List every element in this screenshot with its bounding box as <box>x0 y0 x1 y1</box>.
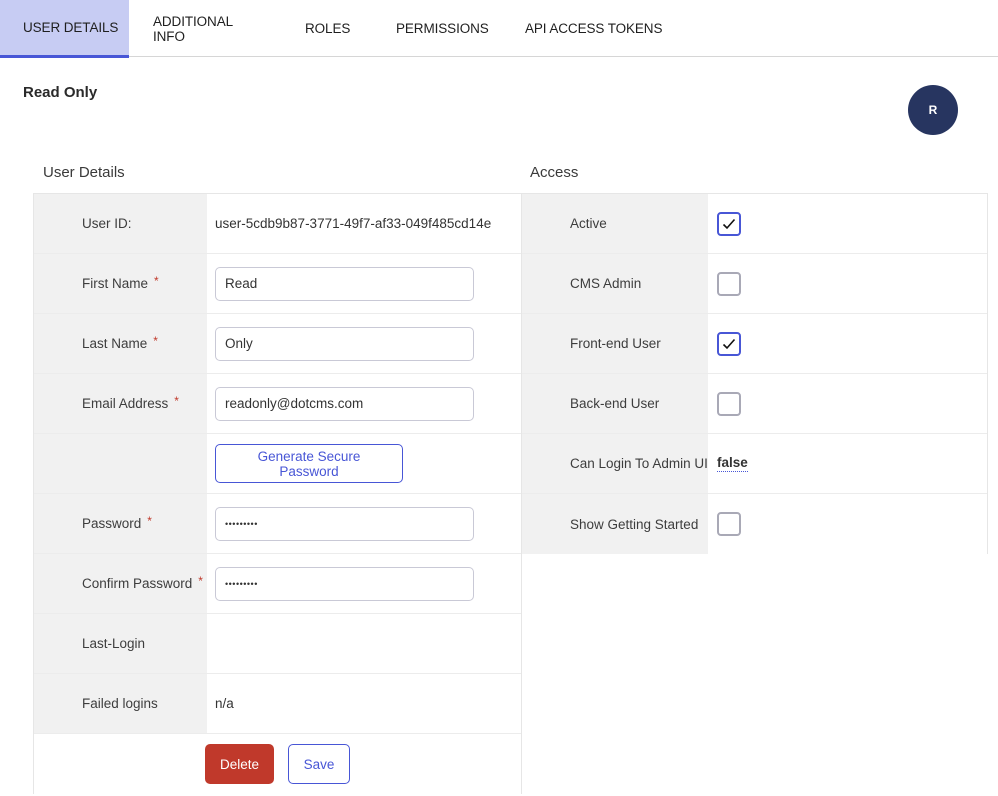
first-name-row: First Name * <box>34 254 521 314</box>
access-row-back-end-user: Back-end User <box>522 374 987 434</box>
empty-label-cell <box>34 434 207 493</box>
access-row-active: Active <box>522 194 987 254</box>
email-label-text: Email Address <box>82 396 169 411</box>
last-login-label: Last-Login <box>34 614 207 673</box>
tab-roles[interactable]: ROLES <box>281 0 372 57</box>
cms-admin-label: CMS Admin <box>522 254 708 313</box>
password-input[interactable] <box>215 506 474 541</box>
can-login-admin-ui-value: false <box>717 455 748 472</box>
last-name-label-text: Last Name <box>82 336 148 351</box>
tab-bar: USER DETAILS ADDITIONAL INFO ROLES PERMI… <box>0 0 998 58</box>
generate-password-row: Generate Secure Password <box>34 434 521 494</box>
active-label: Active <box>522 194 708 253</box>
access-panel: Active CMS Admin Front-end User Back-end… <box>521 193 988 554</box>
checkmark-icon <box>722 218 736 229</box>
confirm-password-label-text: Confirm Password <box>82 576 193 591</box>
form-actions: Delete Save <box>34 734 521 794</box>
password-label: Password * <box>34 494 207 553</box>
access-row-can-login-admin-ui: Can Login To Admin UI false <box>522 434 987 494</box>
access-heading: Access <box>530 164 579 181</box>
user-details-heading: User Details <box>43 164 125 181</box>
generate-secure-password-button[interactable]: Generate Secure Password <box>215 444 403 483</box>
required-indicator: * <box>153 333 158 348</box>
can-login-admin-ui-label: Can Login To Admin UI <box>522 434 708 493</box>
user-id-row: User ID: user-5cdb9b87-3771-49f7-af33-04… <box>34 194 521 254</box>
last-login-row: Last-Login <box>34 614 521 674</box>
failed-logins-value: n/a <box>207 674 521 733</box>
cms-admin-checkbox[interactable] <box>717 271 741 296</box>
access-row-show-getting-started: Show Getting Started <box>522 494 987 554</box>
failed-logins-row: Failed logins n/a <box>34 674 521 734</box>
required-indicator: * <box>198 573 203 588</box>
user-details-panel: User ID: user-5cdb9b87-3771-49f7-af33-04… <box>33 193 522 794</box>
save-button[interactable]: Save <box>288 744 350 784</box>
avatar: R <box>908 85 958 135</box>
active-checkbox[interactable] <box>717 211 741 236</box>
show-getting-started-label: Show Getting Started <box>522 494 708 554</box>
email-label: Email Address * <box>34 374 207 433</box>
user-id-value: user-5cdb9b87-3771-49f7-af33-049f485cd14… <box>207 194 521 253</box>
front-end-user-checkbox[interactable] <box>717 331 741 356</box>
confirm-password-input[interactable] <box>215 566 474 601</box>
delete-button[interactable]: Delete <box>205 744 274 784</box>
access-row-cms-admin: CMS Admin <box>522 254 987 314</box>
tab-additional-info[interactable]: ADDITIONAL INFO <box>129 0 281 57</box>
tab-permissions[interactable]: PERMISSIONS <box>372 0 501 57</box>
email-row: Email Address * <box>34 374 521 434</box>
last-name-row: Last Name * <box>34 314 521 374</box>
first-name-label-text: First Name <box>82 276 149 291</box>
required-indicator: * <box>154 273 159 288</box>
last-login-value <box>207 614 521 673</box>
user-id-label: User ID: <box>34 194 207 253</box>
email-input[interactable] <box>215 386 474 421</box>
first-name-label: First Name * <box>34 254 207 313</box>
failed-logins-label: Failed logins <box>34 674 207 733</box>
access-row-front-end-user: Front-end User <box>522 314 987 374</box>
required-indicator: * <box>147 513 152 528</box>
show-getting-started-checkbox[interactable] <box>717 512 741 536</box>
last-name-input[interactable] <box>215 326 474 361</box>
checkmark-icon <box>722 338 736 349</box>
user-full-name: Read Only <box>23 84 98 101</box>
confirm-password-label: Confirm Password * <box>34 554 207 613</box>
password-label-text: Password <box>82 516 142 531</box>
password-row: Password * <box>34 494 521 554</box>
first-name-input[interactable] <box>215 266 474 301</box>
tab-user-details[interactable]: USER DETAILS <box>0 0 129 58</box>
required-indicator: * <box>174 393 179 408</box>
confirm-password-row: Confirm Password * <box>34 554 521 614</box>
back-end-user-label: Back-end User <box>522 374 708 433</box>
front-end-user-label: Front-end User <box>522 314 708 373</box>
tab-api-access-tokens[interactable]: API ACCESS TOKENS <box>501 0 686 57</box>
last-name-label: Last Name * <box>34 314 207 373</box>
back-end-user-checkbox[interactable] <box>717 391 741 416</box>
